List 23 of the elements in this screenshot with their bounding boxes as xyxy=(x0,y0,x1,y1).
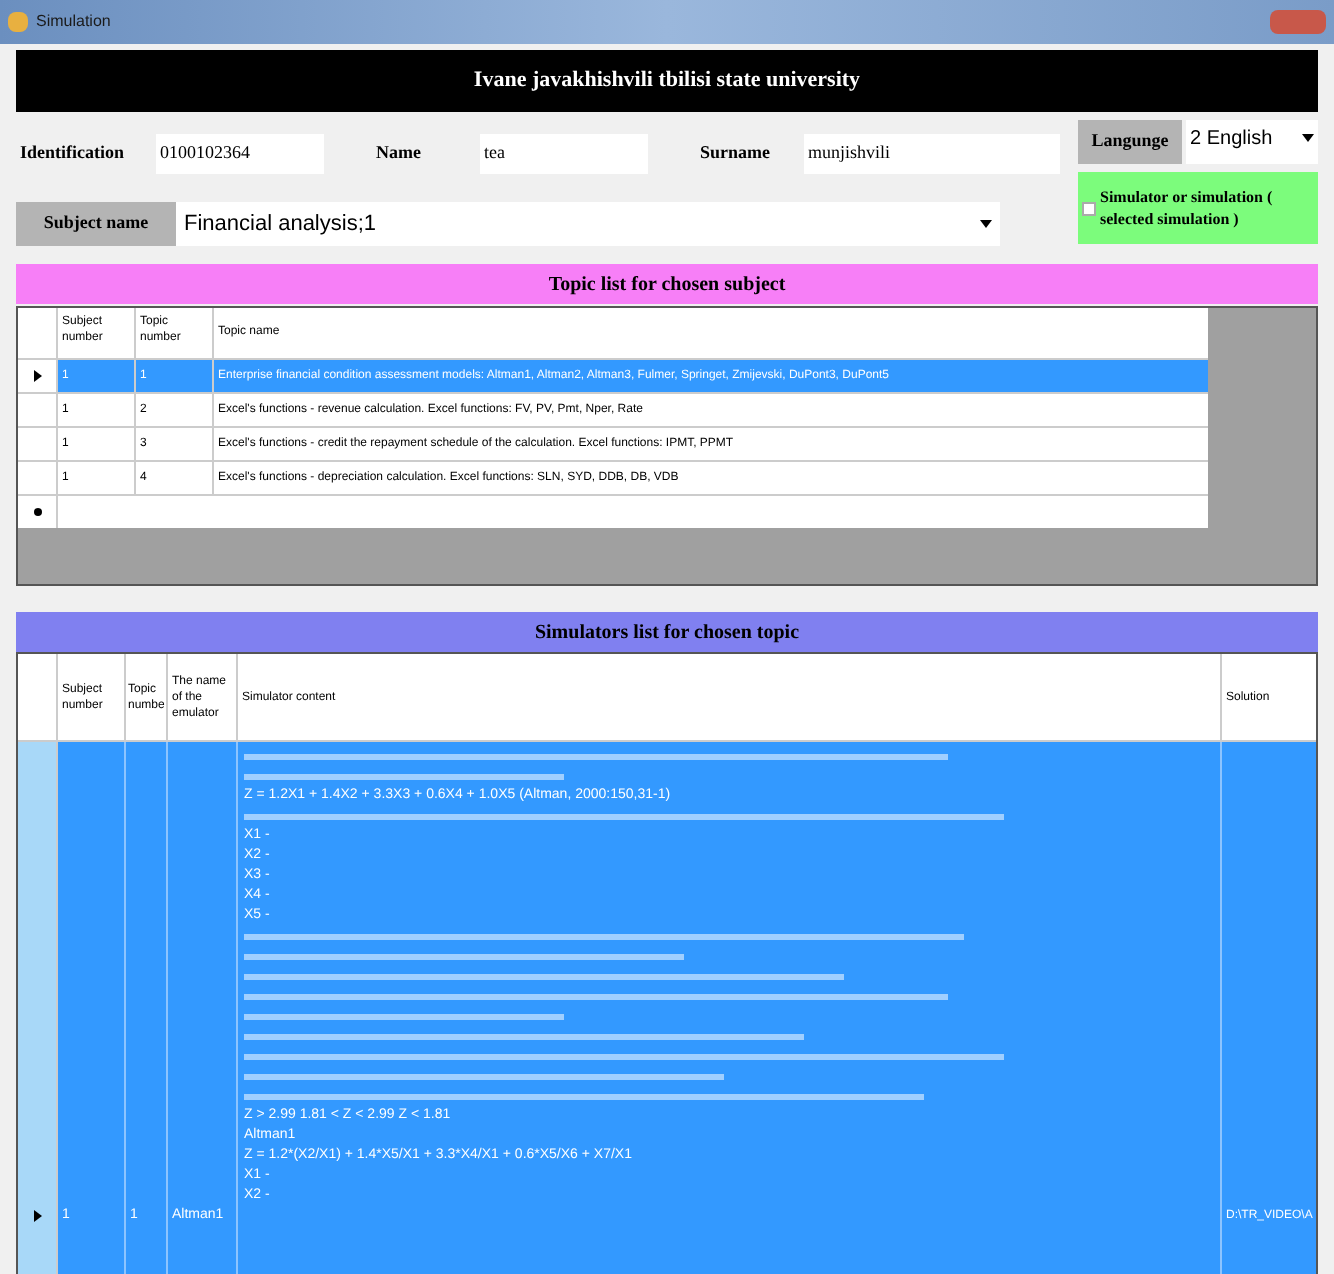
language-dropdown[interactable]: 2 English xyxy=(1186,120,1318,164)
checkbox[interactable] xyxy=(1082,201,1096,215)
subject-dropdown[interactable]: Financial analysis;1 xyxy=(176,202,1000,246)
close-button[interactable] xyxy=(1270,10,1326,34)
input-field[interactable]: 0100102364 xyxy=(156,134,324,174)
field-label: Surname xyxy=(700,140,773,167)
row-pointer-icon xyxy=(33,370,41,382)
row-pointer-icon xyxy=(33,1210,41,1222)
section-title: Topic list for chosen subject xyxy=(548,271,786,299)
subject-name-button[interactable]: Subject name xyxy=(16,202,176,246)
dropdown-arrow-icon xyxy=(1302,134,1314,142)
field-label: Identification xyxy=(20,140,127,167)
field-label: Name xyxy=(376,140,423,167)
input-field[interactable]: tea xyxy=(480,134,648,174)
new-row-icon xyxy=(33,508,41,516)
header-title: Ivane javakhishvili tbilisi state university xyxy=(473,66,861,97)
dropdown-arrow-icon xyxy=(980,220,992,228)
input-field[interactable]: munjishvili xyxy=(804,134,1060,174)
language-button[interactable]: Langunge xyxy=(1078,120,1182,164)
section-title: Simulators list for chosen topic xyxy=(534,619,800,647)
window-title: Simulation xyxy=(36,10,111,34)
checkbox-label: Simulator or simulation ( selected simulation ) xyxy=(1100,186,1275,230)
app-icon xyxy=(8,12,28,32)
